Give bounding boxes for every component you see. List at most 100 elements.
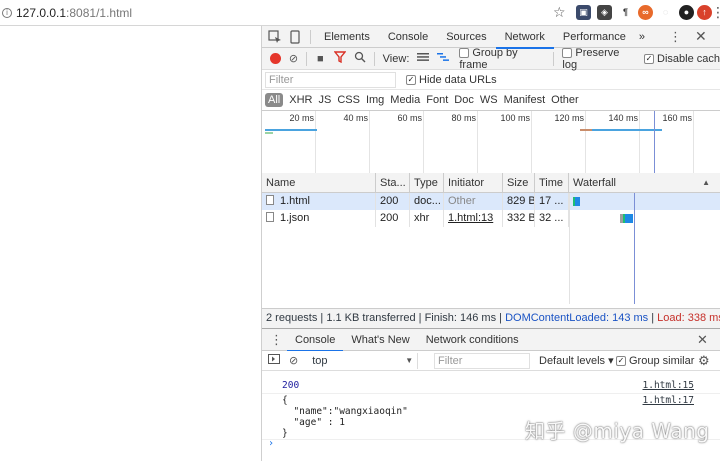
row-waterfall[interactable]: [569, 193, 720, 210]
console-message-source-link[interactable]: 1.html:15: [643, 380, 694, 391]
overview-tick-label: 60 ms: [397, 113, 422, 123]
tab-sources[interactable]: Sources: [437, 26, 495, 48]
extension-icon-2[interactable]: ◈: [597, 5, 612, 20]
column-time[interactable]: Time: [535, 173, 569, 192]
record-button[interactable]: [270, 53, 281, 64]
type-filter-other[interactable]: Other: [551, 94, 579, 106]
url-text[interactable]: 127.0.0.1:8081/1.html: [16, 6, 132, 20]
extension-icon-7[interactable]: ↑: [697, 5, 712, 20]
extension-icon-4[interactable]: ∞: [638, 5, 653, 20]
address-bar[interactable]: i 127.0.0.1:8081/1.html ☆ ▣ ◈ ¶ ∞ ◌ ● ↑ …: [0, 0, 720, 26]
waterfall-download-bar: [625, 214, 633, 223]
overview-waterfall-icon[interactable]: [437, 52, 450, 65]
overview-gridline: [477, 111, 478, 177]
preserve-log-checkbox[interactable]: Preserve log: [562, 47, 636, 71]
tab-network[interactable]: Network: [495, 26, 555, 49]
group-similar-checkbox[interactable]: ✓ Group similar: [616, 351, 694, 371]
chevron-down-icon: ▼: [405, 355, 414, 365]
extension-icon-5[interactable]: ◌: [658, 5, 673, 20]
waterfall-download-bar: [575, 197, 580, 206]
close-drawer-icon[interactable]: ✕: [697, 332, 708, 348]
drawer-menu-icon[interactable]: ⋮: [270, 332, 283, 348]
tab-console[interactable]: Console: [379, 26, 437, 48]
network-toolbar: ⊘ ■ View: Group by frame Preserve log ✓ D…: [262, 47, 720, 71]
row-initiator-link[interactable]: 1.html:13: [444, 210, 503, 227]
type-filter-ws[interactable]: WS: [480, 94, 498, 106]
console-sidebar-icon[interactable]: [268, 354, 280, 367]
console-settings-gear-icon[interactable]: ⚙: [698, 354, 710, 367]
clear-icon[interactable]: ⊘: [289, 52, 298, 65]
network-overview-timeline[interactable]: 20 ms 40 ms 60 ms 80 ms 100 ms 120 ms 14…: [262, 111, 720, 177]
overview-gridline: [531, 111, 532, 177]
log-levels-dropdown[interactable]: Default levels ▾: [539, 351, 614, 371]
type-filter-media[interactable]: Media: [390, 94, 420, 106]
disable-cache-checkbox[interactable]: ✓ Disable cach: [644, 53, 720, 65]
type-filter-css[interactable]: CSS: [337, 94, 360, 106]
device-toolbar-icon[interactable]: [288, 29, 302, 44]
devtools-menu-icon[interactable]: ⋮: [669, 29, 682, 45]
row-type: doc...: [410, 193, 444, 210]
row-name[interactable]: 1.json: [262, 210, 376, 227]
row-time: 17 ...: [535, 193, 569, 210]
type-filter-doc[interactable]: Doc: [454, 94, 474, 106]
overview-gridline: [693, 111, 694, 177]
hide-data-urls-checkbox[interactable]: ✓ Hide data URLs: [406, 74, 497, 86]
column-type[interactable]: Type: [410, 173, 444, 192]
overview-gridline: [369, 111, 370, 177]
devtools-panel: Elements Console Sources Network Perform…: [262, 26, 720, 461]
extension-icon-1[interactable]: ▣: [576, 5, 591, 20]
tab-performance[interactable]: Performance: [554, 26, 635, 48]
table-row[interactable]: 1.html 200 doc... Other 829 B 17 ...: [262, 193, 720, 210]
row-waterfall[interactable]: [569, 210, 720, 227]
console-message-divider: [262, 393, 720, 394]
browser-menu-icon[interactable]: ⋮: [711, 5, 720, 19]
filter-input[interactable]: Filter: [265, 71, 396, 88]
console-message-source-link[interactable]: 1.html:17: [643, 395, 694, 406]
group-by-frame-checkbox[interactable]: Group by frame: [459, 47, 547, 71]
github-icon[interactable]: ●: [679, 5, 694, 20]
drawer-tab-console[interactable]: Console: [287, 329, 344, 352]
type-filter-img[interactable]: Img: [366, 94, 384, 106]
type-filter-js[interactable]: JS: [318, 94, 331, 106]
overview-gridline: [585, 111, 586, 177]
column-status[interactable]: Sta...: [376, 173, 410, 192]
drawer-tab-network-conditions[interactable]: Network conditions: [418, 329, 527, 351]
bookmark-star-icon[interactable]: ☆: [553, 4, 566, 21]
watermark-text: 知乎 @miya Wang: [525, 419, 710, 443]
overview-domcontentloaded-marker: [654, 111, 655, 177]
filter-funnel-icon[interactable]: [333, 51, 347, 66]
status-summary: 2 requests | 1.1 KB transferred | Finish…: [266, 312, 506, 324]
table-row[interactable]: 1.json 200 xhr 1.html:13 332 B 32 ...: [262, 210, 720, 227]
type-filter-xhr[interactable]: XHR: [289, 94, 312, 106]
overview-gridline: [639, 111, 640, 177]
divider: [373, 51, 375, 66]
inspect-element-icon[interactable]: [268, 29, 282, 44]
type-filter-manifest[interactable]: Manifest: [504, 94, 546, 106]
context-selector[interactable]: top ▼: [308, 352, 419, 369]
column-size[interactable]: Size: [503, 173, 535, 192]
overview-tick-label: 80 ms: [451, 113, 476, 123]
type-filter-font[interactable]: Font: [426, 94, 448, 106]
resource-type-filters: All XHR JS CSS Img Media Font Doc WS Man…: [262, 90, 720, 111]
site-info-icon[interactable]: i: [2, 7, 12, 18]
column-waterfall-label: Waterfall: [573, 177, 616, 189]
drawer-tab-whats-new[interactable]: What's New: [343, 329, 417, 351]
close-devtools-icon[interactable]: ✕: [695, 28, 707, 45]
type-filter-all[interactable]: All: [265, 93, 284, 107]
console-prompt-icon[interactable]: ›: [268, 438, 274, 449]
more-tabs-button[interactable]: »: [635, 26, 649, 48]
tab-elements[interactable]: Elements: [315, 26, 379, 48]
document-file-icon: [266, 195, 274, 205]
console-toolbar: ⊘ top ▼ Filter Default levels ▾ ✓ Group s…: [262, 351, 720, 371]
row-name[interactable]: 1.html: [262, 193, 376, 210]
large-rows-icon[interactable]: [417, 52, 430, 65]
row-initiator: Other: [444, 193, 503, 210]
console-filter-input[interactable]: Filter: [434, 353, 530, 369]
search-icon[interactable]: [354, 51, 366, 66]
column-name[interactable]: Name: [262, 173, 376, 192]
screenshot-camera-icon[interactable]: ■: [317, 53, 324, 65]
extension-icon-3[interactable]: ¶: [618, 5, 633, 20]
column-initiator[interactable]: Initiator: [444, 173, 503, 192]
column-waterfall[interactable]: Waterfall ▲: [569, 173, 720, 192]
clear-console-icon[interactable]: ⊘: [289, 354, 298, 367]
